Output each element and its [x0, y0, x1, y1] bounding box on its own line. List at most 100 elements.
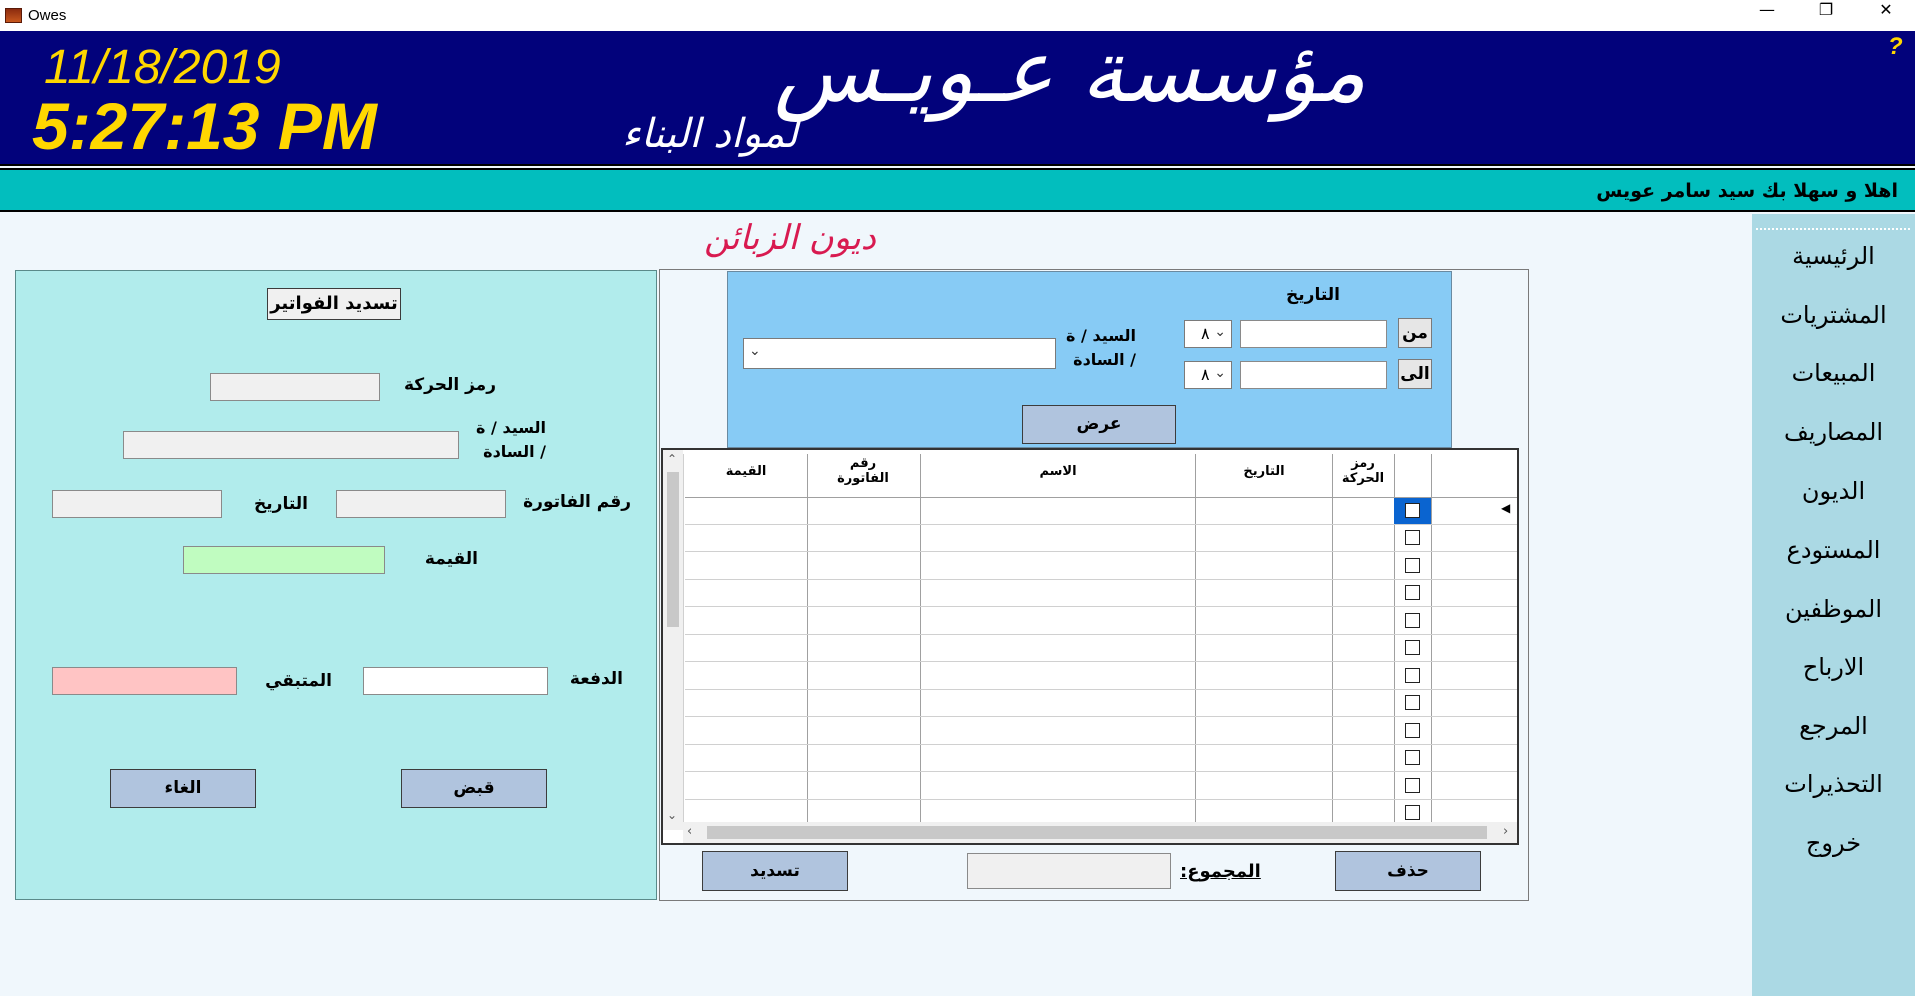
date-from-field[interactable]	[1240, 320, 1387, 348]
filter-box: التاريخ ٨ ⌄ من ٨ ⌄ الى السيد / ة / الساد…	[727, 271, 1452, 448]
window-title: Owes	[28, 7, 67, 24]
scroll-up-icon[interactable]: ⌃	[667, 452, 677, 466]
remaining-field[interactable]	[52, 667, 237, 695]
row-checkbox[interactable]	[1405, 585, 1420, 600]
grid-divider	[1195, 454, 1196, 824]
sidebar-item-sales[interactable]: المبيعات	[1752, 359, 1915, 387]
welcome-bar: اهلا و سهلا بك سيد سامر عويس	[0, 168, 1915, 212]
month-to-select[interactable]: ٨ ⌄	[1184, 361, 1232, 389]
sidebar: الرئيسية المشتريات المبيعات المصاريف الد…	[1752, 214, 1915, 996]
grid-divider	[1431, 454, 1432, 824]
chevron-down-icon: ⌄	[749, 343, 761, 359]
customer-label-1: السيد / ة	[476, 418, 546, 437]
row-checkbox[interactable]	[1405, 613, 1420, 628]
scroll-down-icon[interactable]: ⌄	[667, 808, 677, 822]
welcome-text: اهلا و سهلا بك سيد سامر عويس	[1596, 180, 1898, 202]
date-to-field[interactable]	[1240, 361, 1387, 389]
from-label: من	[1398, 318, 1432, 348]
payment-field[interactable]	[363, 667, 548, 695]
help-icon[interactable]: ?	[1888, 33, 1903, 61]
total-field[interactable]	[967, 853, 1171, 889]
payment-panel: تسديد الفواتير رمز الحركة السيد / ة / ال…	[15, 270, 657, 900]
filter-date-label: التاريخ	[1286, 285, 1340, 305]
delete-button[interactable]: حذف	[1335, 851, 1481, 891]
row-divider	[685, 634, 1517, 635]
total-label: المجموع:	[1180, 861, 1261, 882]
customer-field[interactable]	[123, 431, 459, 459]
minimize-button[interactable]: —	[1738, 0, 1796, 31]
show-button[interactable]: عرض	[1022, 405, 1176, 444]
row-divider	[685, 799, 1517, 800]
month-from-select[interactable]: ٨ ⌄	[1184, 320, 1232, 348]
cancel-button[interactable]: الغاء	[110, 769, 256, 808]
row-checkbox[interactable]	[1405, 668, 1420, 683]
row-divider	[685, 661, 1517, 662]
to-label: الى	[1398, 359, 1432, 389]
hscroll-thumb[interactable]	[707, 826, 1487, 839]
customer-select[interactable]: ⌄	[743, 338, 1056, 369]
horizontal-scrollbar[interactable]: ‹ ›	[683, 822, 1517, 843]
sidebar-item-debts[interactable]: الديون	[1752, 477, 1915, 505]
row-divider	[685, 744, 1517, 745]
row-divider	[685, 689, 1517, 690]
row-checkbox[interactable]	[1405, 778, 1420, 793]
app-icon	[5, 8, 22, 23]
close-button[interactable]: ✕	[1857, 0, 1915, 31]
month-from-value: ٨	[1201, 324, 1210, 343]
filter-customer-label-1: السيد / ة	[1066, 326, 1136, 345]
txn-code-field[interactable]	[210, 373, 380, 401]
pay-button[interactable]: تسديد	[702, 851, 848, 891]
row-checkbox[interactable]	[1405, 695, 1420, 710]
row-divider	[685, 716, 1517, 717]
col-header-value[interactable]: القيمة	[685, 464, 807, 479]
invoice-number-field[interactable]	[336, 490, 506, 518]
grid-divider	[1332, 454, 1333, 824]
row-checkbox[interactable]	[1405, 503, 1420, 518]
sidebar-divider	[1756, 228, 1910, 230]
row-pointer-icon: ◀	[1501, 501, 1511, 515]
row-checkbox[interactable]	[1405, 530, 1420, 545]
page-title: ديون الزبائن	[704, 218, 876, 258]
receive-button[interactable]: قبض	[401, 769, 547, 808]
chevron-down-icon: ⌄	[1214, 324, 1226, 340]
col-header-date[interactable]: التاريخ	[1196, 464, 1332, 479]
date-label: التاريخ	[254, 494, 308, 514]
sidebar-item-employees[interactable]: الموظفين	[1752, 595, 1915, 623]
company-name: مؤسسة عـويـس	[773, 22, 1367, 122]
row-divider	[685, 551, 1517, 552]
value-label: القيمة	[424, 549, 478, 569]
sidebar-item-expenses[interactable]: المصاريف	[1752, 418, 1915, 446]
sidebar-item-reference[interactable]: المرجع	[1752, 712, 1915, 740]
row-divider	[685, 606, 1517, 607]
chevron-down-icon: ⌄	[1214, 365, 1226, 381]
vertical-scrollbar[interactable]: ⌃ ⌄	[663, 450, 683, 830]
grid-divider	[807, 454, 808, 824]
row-checkbox[interactable]	[1405, 640, 1420, 655]
scroll-right-icon[interactable]: ›	[1503, 824, 1508, 839]
col-header-invoice-no[interactable]: رقم الفاتورة	[833, 456, 893, 486]
col-header-txn-code[interactable]: رمز الحركة	[1334, 456, 1392, 486]
debts-table[interactable]: رمز الحركة التاريخ الاسم رقم الفاتورة ال…	[661, 448, 1519, 845]
date-field[interactable]	[52, 490, 222, 518]
sidebar-item-purchases[interactable]: المشتريات	[1752, 301, 1915, 329]
row-checkbox[interactable]	[1405, 723, 1420, 738]
sidebar-item-exit[interactable]: خروج	[1752, 829, 1915, 857]
grid-divider	[683, 454, 684, 824]
row-checkbox[interactable]	[1405, 750, 1420, 765]
col-header-name[interactable]: الاسم	[921, 464, 1195, 479]
txn-code-label: رمز الحركة	[403, 375, 496, 395]
scroll-left-icon[interactable]: ‹	[687, 824, 692, 839]
sidebar-item-home[interactable]: الرئيسية	[1752, 242, 1915, 270]
row-checkbox[interactable]	[1405, 805, 1420, 820]
sidebar-item-warnings[interactable]: التحذيرات	[1752, 770, 1915, 798]
sidebar-item-profits[interactable]: الارباح	[1752, 653, 1915, 681]
scroll-thumb[interactable]	[667, 472, 679, 627]
filter-customer-label-2: / السادة	[1073, 350, 1136, 369]
restore-button[interactable]: ❐	[1797, 0, 1855, 31]
row-divider	[685, 579, 1517, 580]
row-checkbox[interactable]	[1405, 558, 1420, 573]
pay-invoices-title: تسديد الفواتير	[267, 288, 401, 320]
value-field[interactable]	[183, 546, 385, 574]
sidebar-item-warehouse[interactable]: المستودع	[1752, 536, 1915, 564]
row-divider	[685, 524, 1517, 525]
